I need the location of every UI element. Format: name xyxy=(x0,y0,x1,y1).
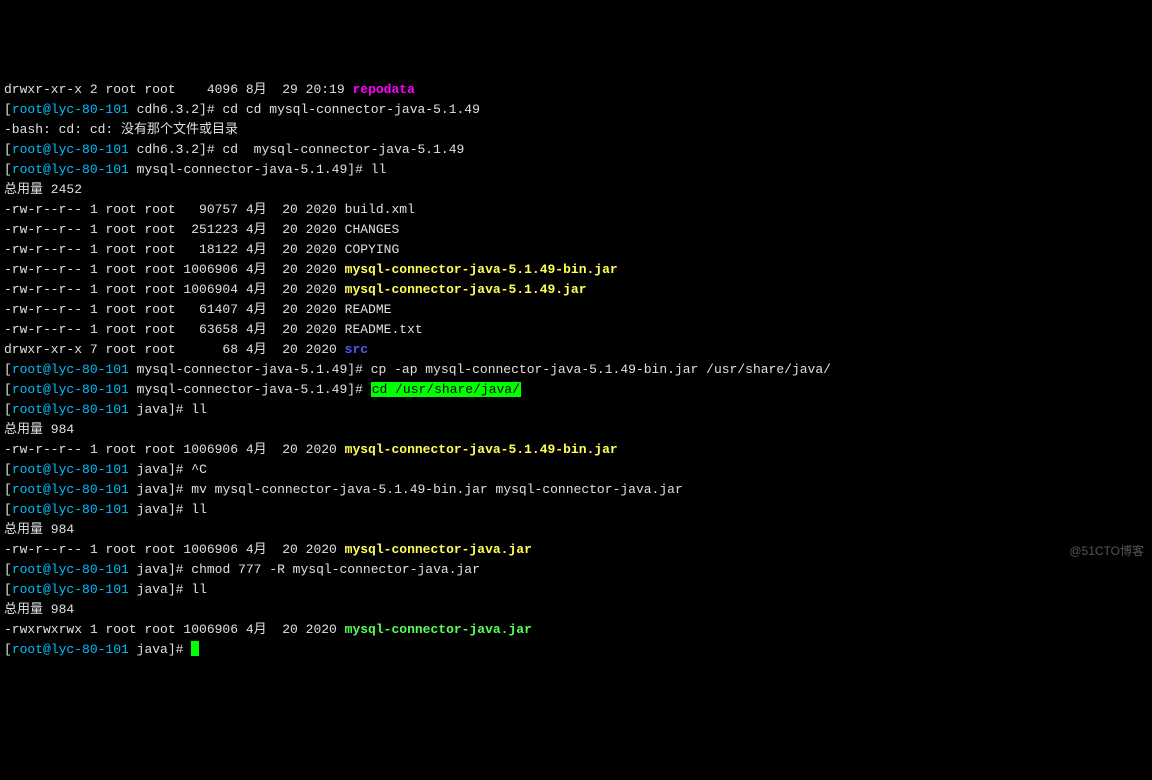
watermark: @51CTO博客 xyxy=(1069,541,1144,561)
terminal-line: drwxr-xr-x 2 root root 4096 8月 29 20:19 … xyxy=(4,80,1148,100)
terminal-line: -rw-r--r-- 1 root root 1006906 4月 20 202… xyxy=(4,540,1148,560)
terminal-line: [root@lyc-80-101 java]# ll xyxy=(4,580,1148,600)
terminal-line: [root@lyc-80-101 java]# ll xyxy=(4,500,1148,520)
terminal-line: -rw-r--r-- 1 root root 1006906 4月 20 202… xyxy=(4,260,1148,280)
terminal-line: [root@lyc-80-101 java]# mv mysql-connect… xyxy=(4,480,1148,500)
terminal-line: [root@lyc-80-101 mysql-connector-java-5.… xyxy=(4,160,1148,180)
terminal-output: drwxr-xr-x 2 root root 4096 8月 29 20:19 … xyxy=(4,80,1148,660)
terminal-line: -bash: cd: cd: 没有那个文件或目录 xyxy=(4,120,1148,140)
terminal-line: 总用量 984 xyxy=(4,600,1148,620)
terminal-line: -rw-r--r-- 1 root root 251223 4月 20 2020… xyxy=(4,220,1148,240)
terminal-line: -rw-r--r-- 1 root root 18122 4月 20 2020 … xyxy=(4,240,1148,260)
cursor xyxy=(191,641,199,656)
terminal-line: -rw-r--r-- 1 root root 1006904 4月 20 202… xyxy=(4,280,1148,300)
terminal-line: 总用量 2452 xyxy=(4,180,1148,200)
terminal-line: [root@lyc-80-101 java]# xyxy=(4,640,1148,660)
terminal-line: -rw-r--r-- 1 root root 63658 4月 20 2020 … xyxy=(4,320,1148,340)
terminal-line: [root@lyc-80-101 mysql-connector-java-5.… xyxy=(4,360,1148,380)
terminal-line: -rw-r--r-- 1 root root 90757 4月 20 2020 … xyxy=(4,200,1148,220)
terminal-line: [root@lyc-80-101 cdh6.3.2]# cd cd mysql-… xyxy=(4,100,1148,120)
terminal-line: [root@lyc-80-101 java]# ^C xyxy=(4,460,1148,480)
terminal-line: -rw-r--r-- 1 root root 61407 4月 20 2020 … xyxy=(4,300,1148,320)
terminal-line: 总用量 984 xyxy=(4,420,1148,440)
terminal-line: drwxr-xr-x 7 root root 68 4月 20 2020 src xyxy=(4,340,1148,360)
terminal-line: [root@lyc-80-101 cdh6.3.2]# cd mysql-con… xyxy=(4,140,1148,160)
terminal-line: [root@lyc-80-101 mysql-connector-java-5.… xyxy=(4,380,1148,400)
terminal-line: 总用量 984 xyxy=(4,520,1148,540)
terminal-line: [root@lyc-80-101 java]# ll xyxy=(4,400,1148,420)
terminal-line: -rwxrwxrwx 1 root root 1006906 4月 20 202… xyxy=(4,620,1148,640)
terminal-line: [root@lyc-80-101 java]# chmod 777 -R mys… xyxy=(4,560,1148,580)
terminal-line: -rw-r--r-- 1 root root 1006906 4月 20 202… xyxy=(4,440,1148,460)
